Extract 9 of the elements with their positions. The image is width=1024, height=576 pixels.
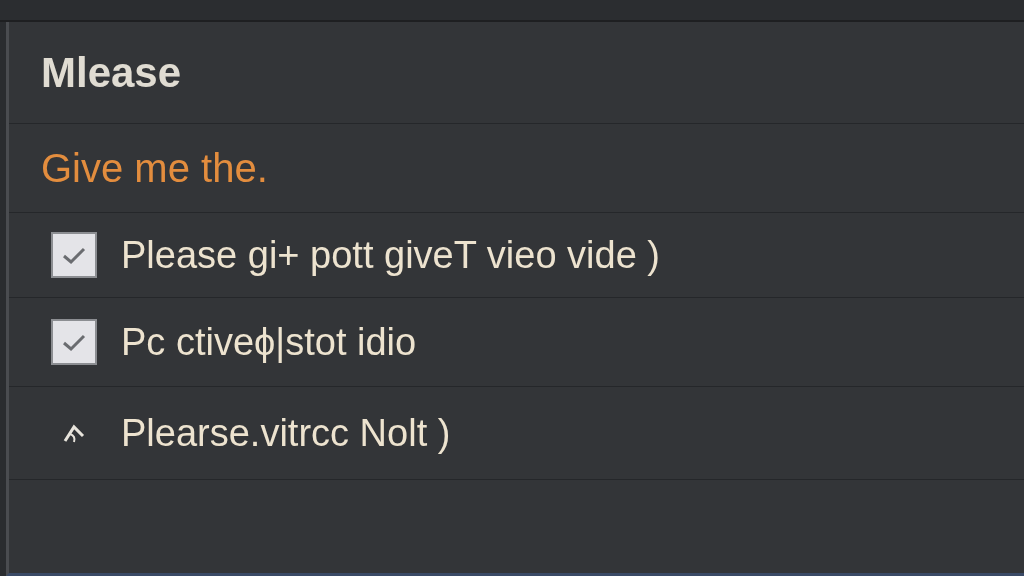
item-label: Pc ctiveϕ|stot idio bbox=[121, 320, 417, 364]
checkmark-icon bbox=[61, 332, 87, 352]
heading: Mlease bbox=[41, 48, 182, 97]
subheading: Give me the. bbox=[41, 145, 268, 191]
checkbox[interactable] bbox=[51, 319, 97, 365]
item-label: Please gi+ pott giveT vieo vide ) bbox=[121, 233, 660, 277]
checkmark-icon bbox=[61, 245, 87, 265]
checkbox[interactable] bbox=[51, 232, 97, 278]
item-label: Plearse.vitrcc Nolt ) bbox=[121, 411, 451, 455]
